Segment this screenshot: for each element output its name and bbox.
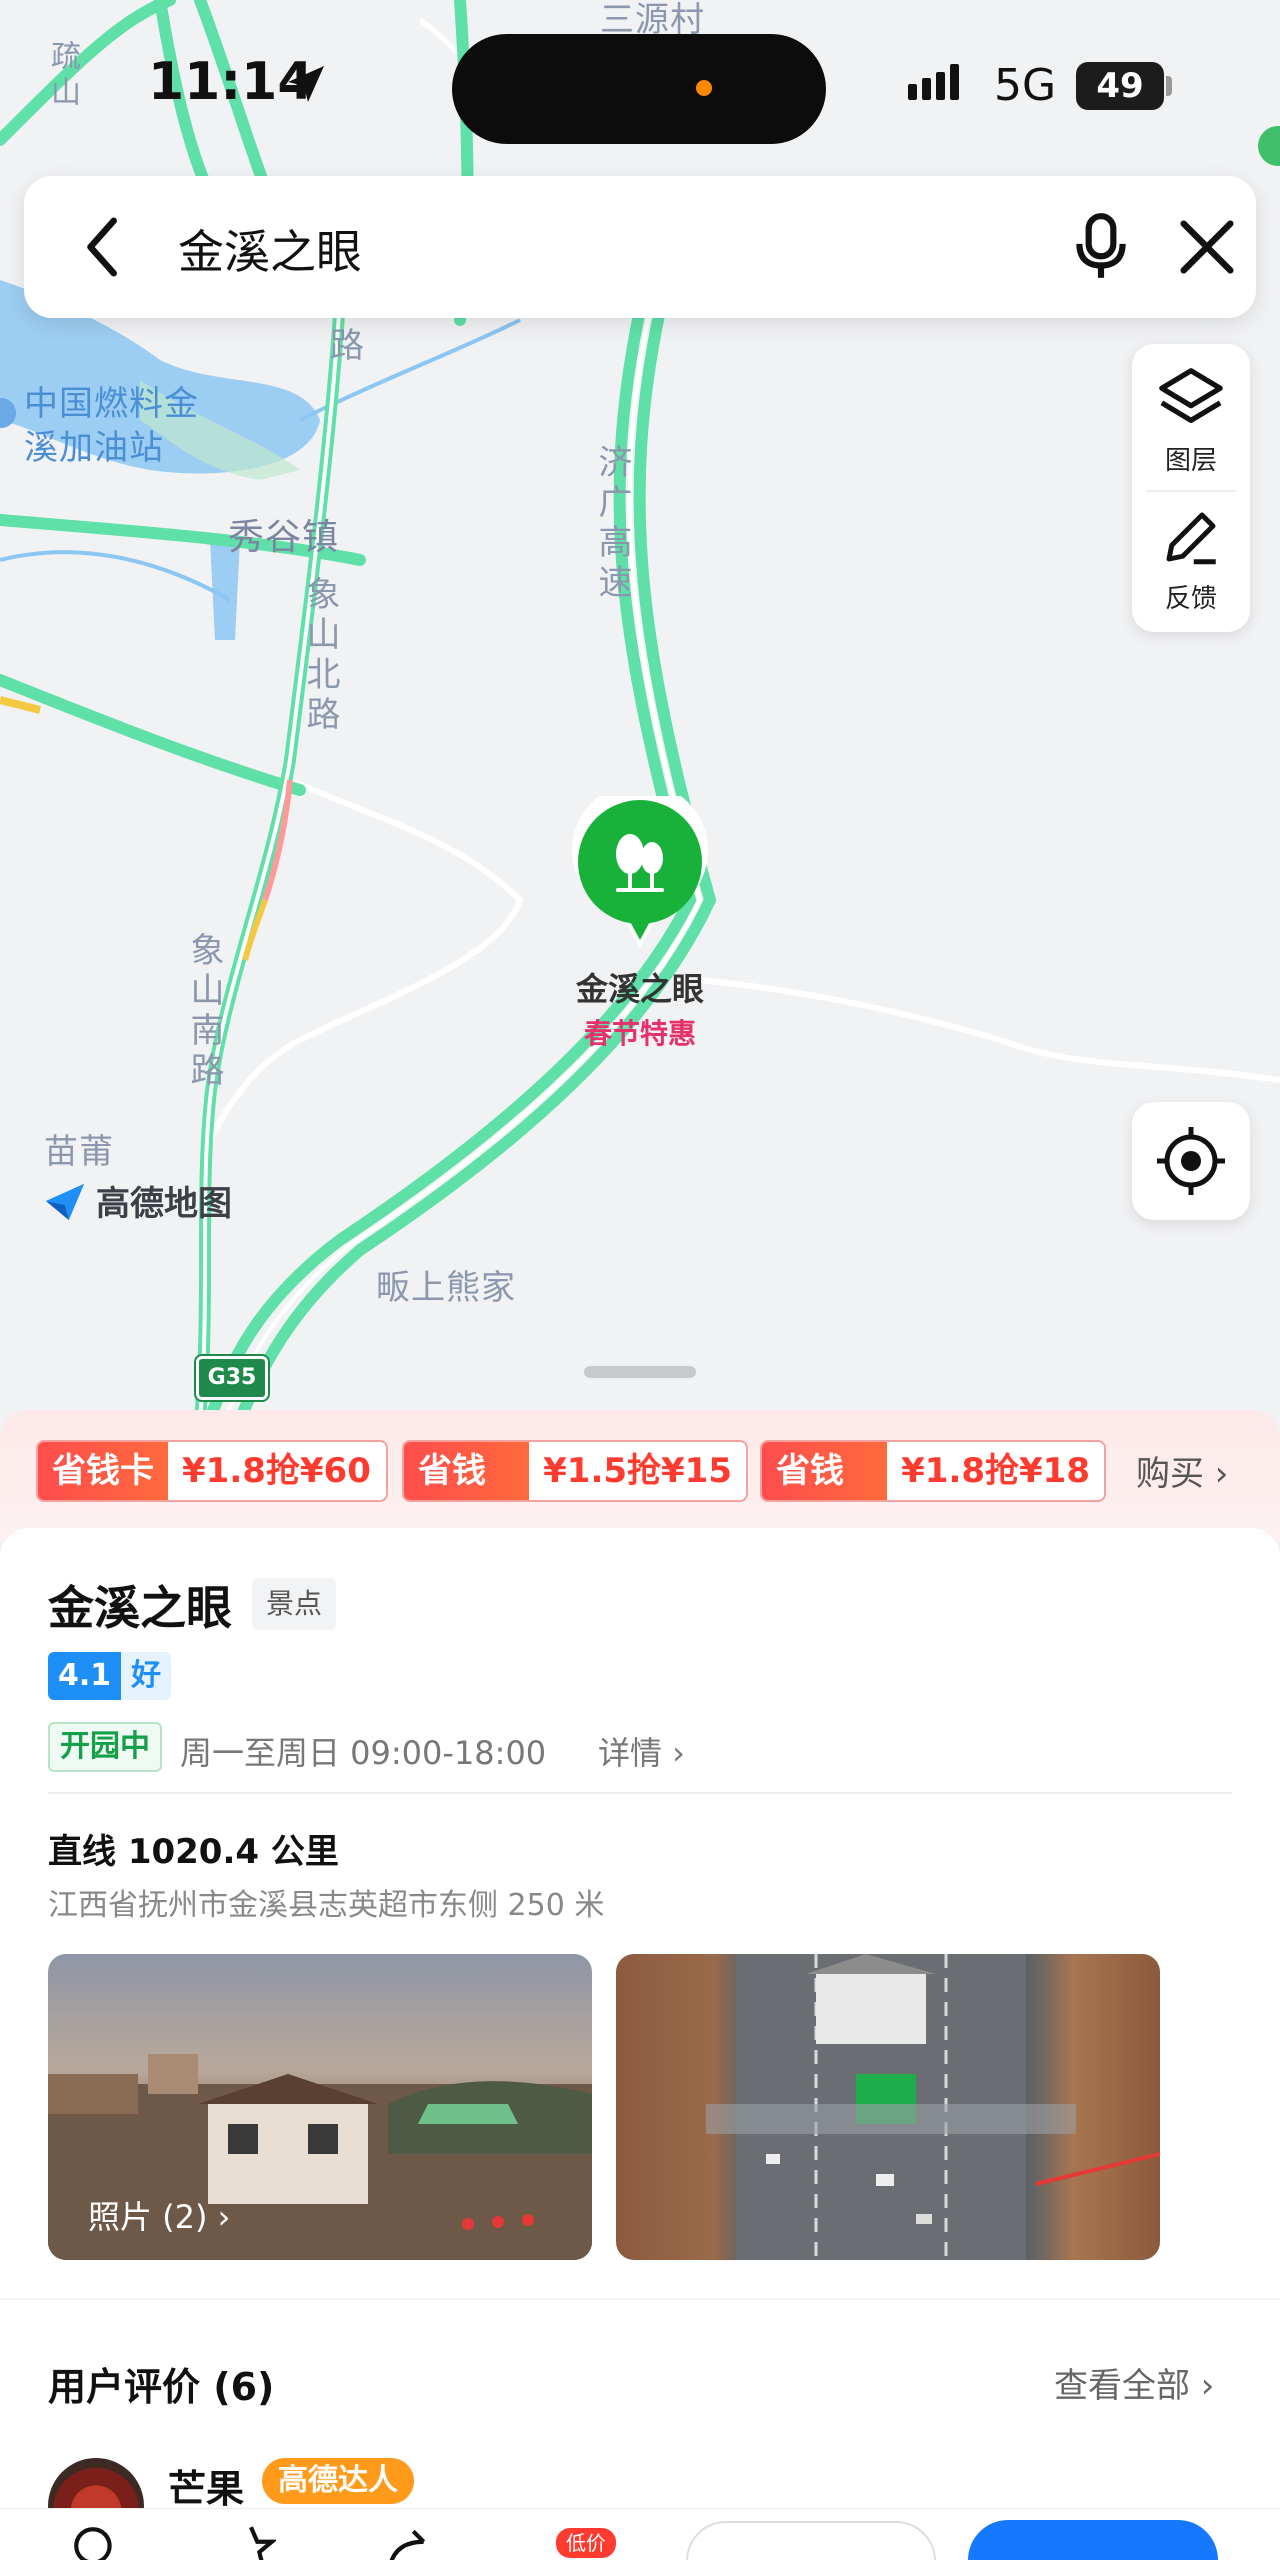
dynamic-island (452, 34, 826, 144)
distance-text: 直线 1020.4 公里 (48, 1832, 339, 1872)
open-status-badge: 开园中 (48, 1722, 162, 1772)
map-label-miaopu: 苗莆 (44, 1132, 114, 1172)
amap-logo-icon (45, 1183, 85, 1220)
controls-divider (1146, 490, 1236, 492)
amap-logo: 高德地图 (42, 1176, 232, 1225)
search-input[interactable]: 金溪之眼 (178, 216, 362, 282)
rating-score: 4.1 (48, 1652, 122, 1700)
map-label-town: 秀谷镇 (228, 517, 340, 558)
sheet-grabber-handle[interactable] (584, 1366, 696, 1378)
savings-card-tag: 省钱卡 (38, 1442, 168, 1500)
rating-badge[interactable]: 4.1 好 (48, 1652, 172, 1700)
opening-hours: 周一至周日 09:00-18:00 (180, 1734, 547, 1772)
rating-text: 好 (121, 1652, 172, 1700)
hours-details-link[interactable]: 详情 › (598, 1728, 685, 1774)
crosshair-icon (1157, 1127, 1225, 1195)
reviewer-name[interactable]: 芒果 (168, 2458, 244, 2513)
map-label-road-north: 象山北路 (300, 576, 340, 736)
route-button[interactable] (686, 2521, 936, 2560)
poi-photo[interactable]: 照片 (2) › (48, 1954, 592, 2260)
map-label-village-bottom: 畈上熊家 (376, 1268, 516, 1308)
star-icon[interactable] (226, 2523, 276, 2560)
divider (48, 1792, 1232, 1794)
amap-logo-text: 高德地图 (96, 1184, 232, 1224)
highway-shield-g35: G35 (196, 1356, 268, 1400)
savings-card[interactable]: 省钱卡 ¥1.8抢¥18 (760, 1440, 1106, 1502)
view-all-reviews-link[interactable]: 查看全部 › (1054, 2358, 1214, 2407)
layers-button[interactable]: 图层 (1132, 362, 1250, 477)
savings-card-tag: 省钱卡 (404, 1442, 530, 1500)
cellular-signal-icon (908, 64, 959, 100)
savings-card-tag: 省钱卡 (762, 1442, 888, 1500)
location-arrow-icon (288, 66, 324, 102)
map-label-gas-station-1: 中国燃料金 (24, 384, 199, 424)
savings-card-price: ¥1.8抢¥18 (901, 1451, 1090, 1491)
photo-construction-image (706, 1954, 1160, 2260)
search-bar[interactable]: 金溪之眼 (24, 176, 1256, 318)
network-type: 5G (994, 60, 1057, 111)
feedback-label: 反馈 (1164, 584, 1217, 614)
map-view[interactable]: 三源村 疏山 路 中国燃料金 溪加油站 秀谷镇 象山北路 象山南路 济广高速 苗… (0, 0, 1280, 1420)
navigate-button[interactable] (968, 2520, 1218, 2560)
poi-photo[interactable] (616, 1954, 1160, 2260)
feedback-button[interactable]: 反馈 (1132, 504, 1250, 615)
reviewer-badge: 高德达人 (262, 2458, 414, 2504)
poi-marker-label: 金溪之眼 (575, 970, 704, 1008)
map-label-highway: 济广高速 (592, 444, 632, 604)
map-label-gas-station-2: 溪加油站 (24, 428, 164, 468)
microphone-icon[interactable] (1064, 210, 1138, 284)
locate-me-button[interactable] (1132, 1102, 1250, 1220)
map-label-road-top: 路 (330, 326, 365, 366)
savings-card-price: ¥1.5抢¥15 (543, 1451, 732, 1491)
share-icon[interactable] (382, 2523, 432, 2560)
poi-title: 金溪之眼 (48, 1581, 232, 1635)
privacy-indicator-icon (696, 80, 712, 96)
back-arrow-icon[interactable] (70, 212, 140, 282)
savings-card[interactable]: 省钱卡 ¥1.8抢¥60 (36, 1440, 388, 1502)
reviews-title: 用户评价 (6) (48, 2365, 275, 2409)
address-text[interactable]: 江西省抚州市金溪县志英超市东侧 250 米 (48, 1880, 604, 1924)
photos-count-label[interactable]: 照片 (2) › (88, 2192, 230, 2238)
savings-card-strip: 省钱卡 ¥1.8抢¥60 省钱卡 ¥1.5抢¥15 省钱卡 ¥1.8抢¥18 购… (0, 1410, 1280, 1540)
poi-marker-promo: 春节特惠 (583, 1017, 696, 1050)
buy-link[interactable]: 购买 › (1136, 1446, 1228, 1495)
battery-tip (1166, 76, 1172, 96)
close-icon[interactable] (1172, 212, 1242, 282)
poi-type-badge: 景点 (252, 1578, 337, 1630)
map-label-road-south: 象山南路 (184, 932, 224, 1092)
layers-icon (1159, 368, 1223, 423)
savings-card-price: ¥1.8抢¥60 (182, 1451, 371, 1491)
battery-indicator: 49 (1076, 62, 1164, 110)
map-label-road-topleft: 疏山 (45, 40, 80, 112)
layers-label: 图层 (1164, 446, 1217, 476)
savings-card[interactable]: 省钱卡 ¥1.5抢¥15 (402, 1440, 748, 1502)
poi-detail-panel: 金溪之眼 景点 4.1 好 开园中 周一至周日 09:00-18:00 详情 ›… (0, 1528, 1280, 2298)
edit-pencil-icon (1166, 512, 1216, 565)
search-icon[interactable] (70, 2523, 120, 2560)
poi-marker-icon[interactable] (570, 796, 710, 952)
map-controls-panel: 图层 反馈 (1132, 344, 1250, 632)
low-price-badge: 低价 (556, 2528, 616, 2558)
